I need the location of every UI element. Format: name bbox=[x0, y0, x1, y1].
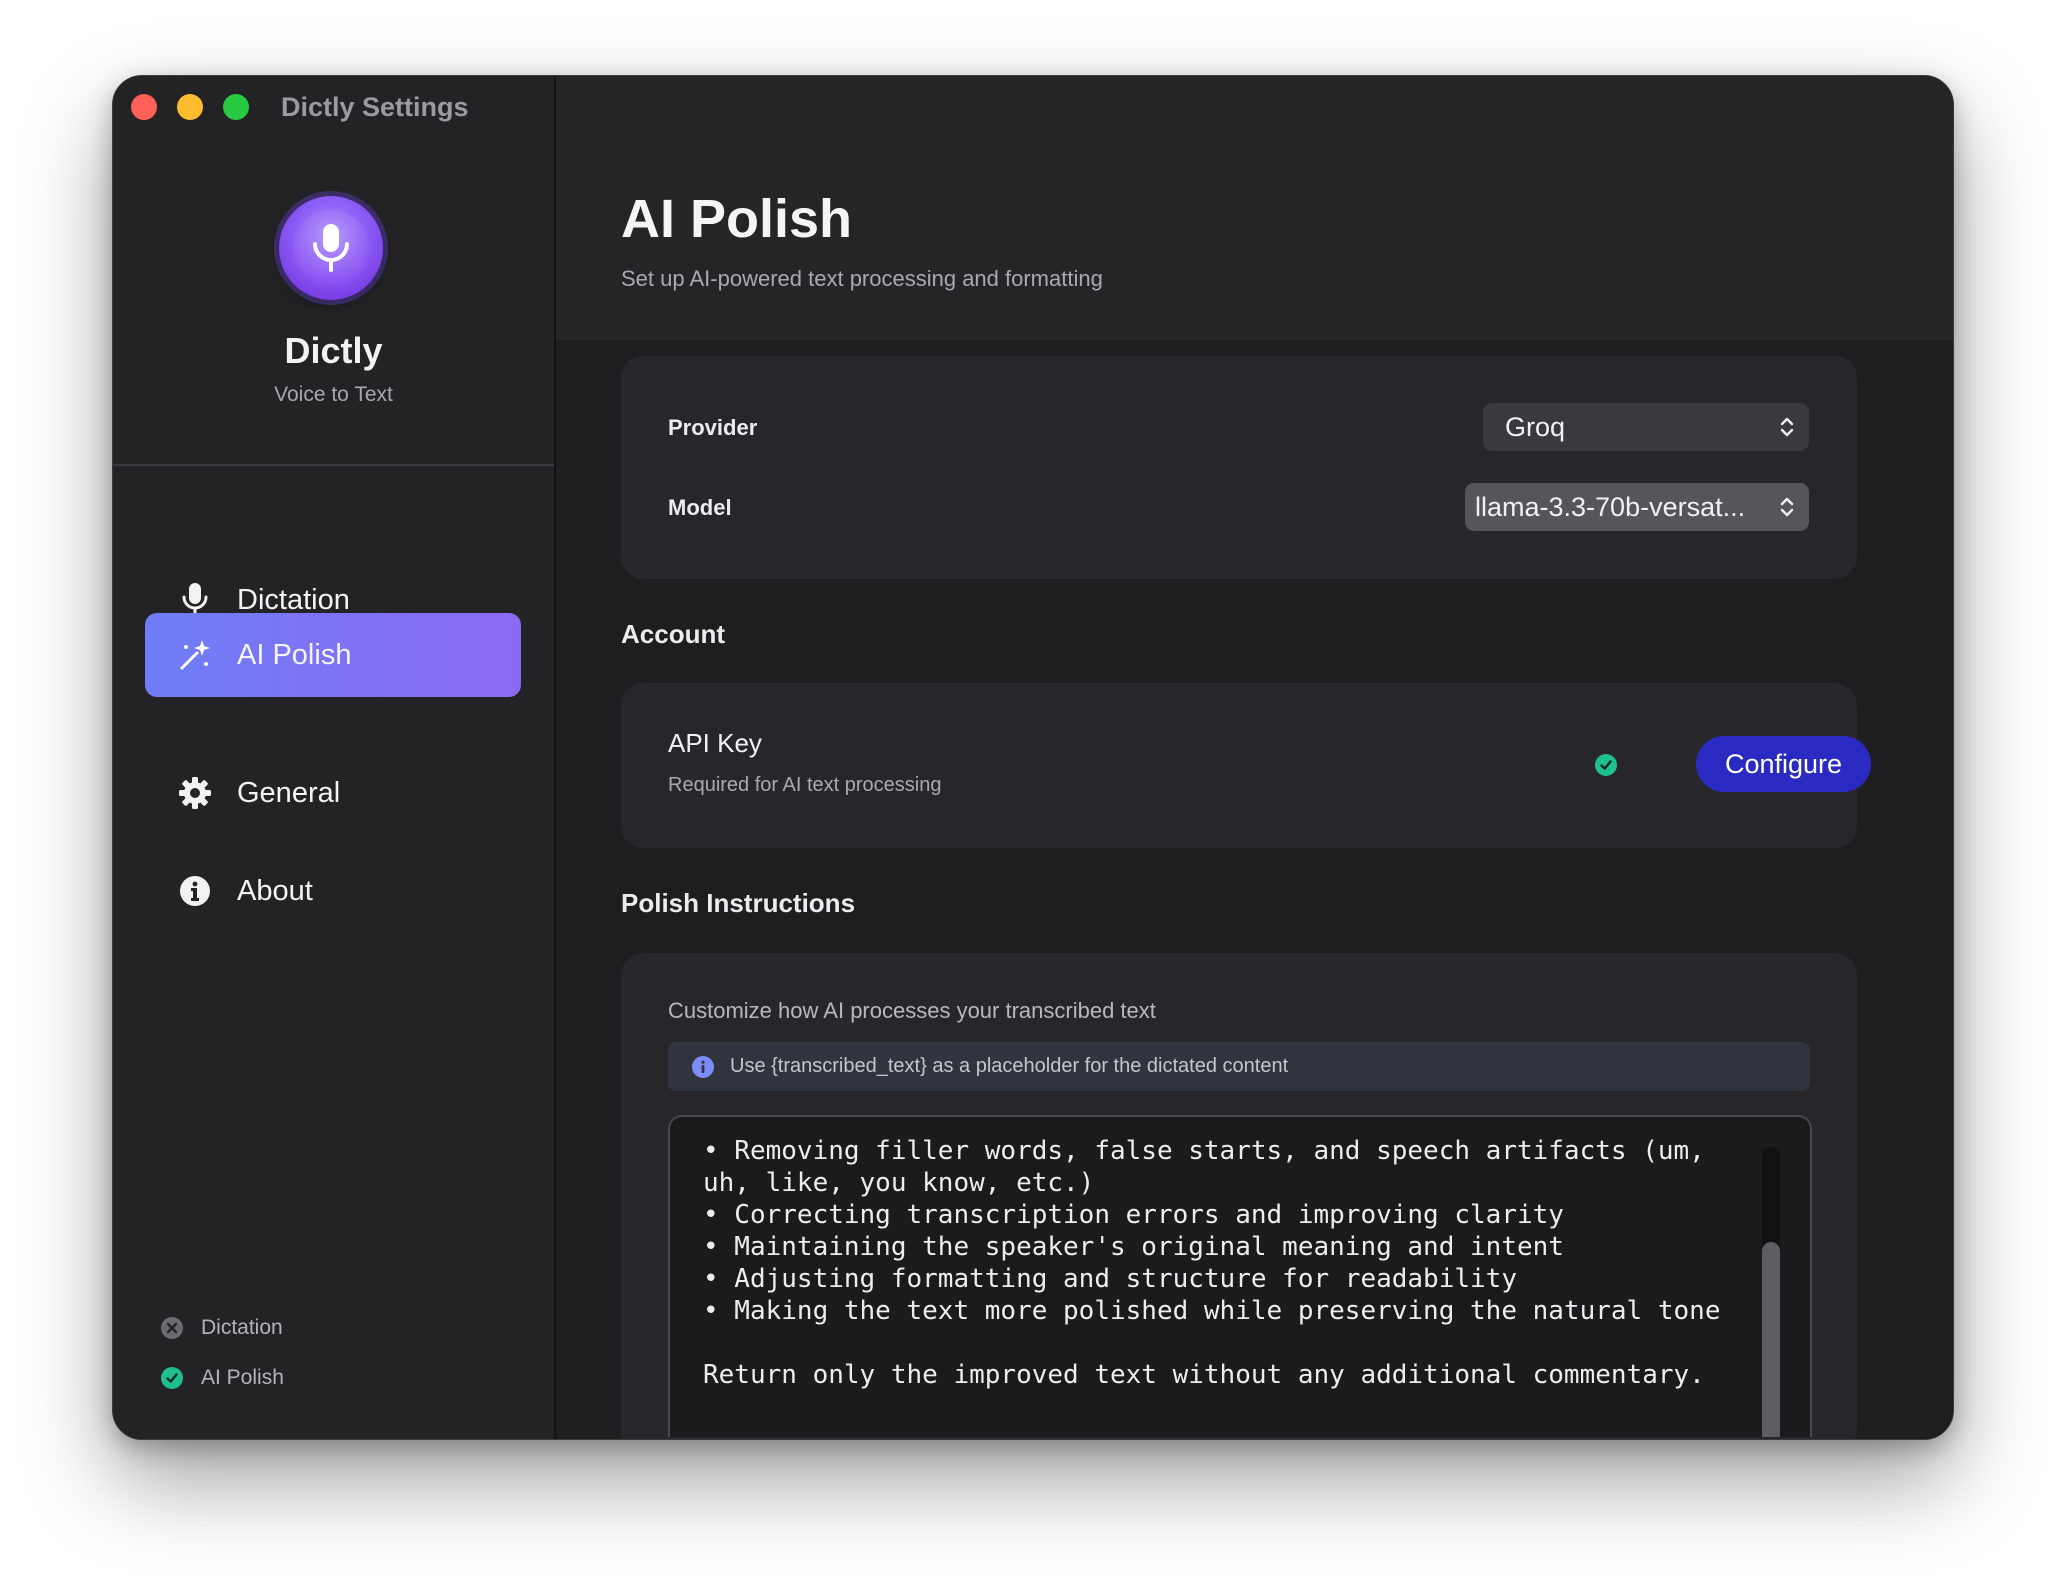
check-circle-icon bbox=[1595, 754, 1617, 776]
sidebar-item-about[interactable]: About bbox=[145, 849, 521, 933]
textarea-scrollbar-thumb[interactable] bbox=[1762, 1242, 1780, 1437]
app-logo-icon bbox=[279, 196, 383, 300]
main-content: AI Polish Set up AI-powered text process… bbox=[556, 76, 1953, 1439]
instructions-card: Customize how AI processes your transcri… bbox=[621, 953, 1857, 1439]
provider-value: Groq bbox=[1505, 411, 1566, 442]
sidebar-item-label: General bbox=[237, 776, 341, 809]
close-window-button[interactable] bbox=[131, 94, 157, 120]
minimize-window-button[interactable] bbox=[177, 94, 203, 120]
instructions-description: Customize how AI processes your transcri… bbox=[668, 998, 1156, 1023]
provider-label: Provider bbox=[668, 415, 758, 440]
maximize-window-button[interactable] bbox=[223, 94, 249, 120]
sidebar-item-general[interactable]: General bbox=[145, 751, 521, 835]
api-key-description: Required for AI text processing bbox=[668, 774, 942, 796]
placeholder-info-text: Use {transcribed_text} as a placeholder … bbox=[730, 1055, 1289, 1077]
info-icon bbox=[692, 1055, 714, 1078]
status-label: Dictation bbox=[201, 1316, 283, 1339]
status-dictation: Dictation bbox=[161, 1316, 283, 1340]
model-select[interactable]: llama-3.3-70b-versat... bbox=[1465, 483, 1809, 531]
placeholder-info-bar: Use {transcribed_text} as a placeholder … bbox=[668, 1042, 1810, 1091]
x-circle-icon bbox=[161, 1317, 183, 1339]
provider-select[interactable]: Groq bbox=[1483, 403, 1809, 451]
configure-button[interactable]: Configure bbox=[1696, 736, 1871, 792]
gear-icon bbox=[175, 773, 215, 813]
account-card: API Key Required for AI text processing … bbox=[621, 683, 1871, 848]
sidebar-item-label: AI Polish bbox=[237, 638, 352, 671]
sidebar-item-label: Dictation bbox=[237, 583, 350, 616]
sidebar-item-ai-polish[interactable]: AI Polish bbox=[145, 613, 521, 697]
app-subtitle: Voice to Text bbox=[274, 383, 393, 406]
chevron-updown-icon bbox=[1765, 495, 1809, 519]
account-section-title: Account bbox=[621, 619, 725, 649]
status-ai-polish: AI Polish bbox=[161, 1366, 284, 1390]
api-key-label: API Key bbox=[668, 728, 762, 758]
polish-instructions-title: Polish Instructions bbox=[621, 888, 856, 918]
status-label: AI Polish bbox=[201, 1366, 284, 1389]
sidebar: Dictly Settings Dictly Voice to Text Dic… bbox=[113, 76, 556, 1439]
page-header: AI Polish Set up AI-powered text process… bbox=[556, 76, 1953, 340]
model-value: llama-3.3-70b-versat... bbox=[1475, 491, 1746, 522]
polish-instructions-textarea[interactable]: • Removing filler words, false starts, a… bbox=[668, 1115, 1812, 1437]
page-subtitle: Set up AI-powered text processing and fo… bbox=[621, 266, 1103, 291]
check-circle-icon bbox=[161, 1367, 183, 1389]
magic-wand-icon bbox=[175, 635, 215, 675]
settings-window: Dictly Settings Dictly Voice to Text Dic… bbox=[112, 75, 1954, 1440]
chevron-updown-icon bbox=[1765, 415, 1809, 439]
sidebar-divider bbox=[113, 464, 554, 466]
provider-card: Provider Groq Model llama-3.3-70b-versat… bbox=[621, 356, 1857, 579]
info-icon bbox=[175, 871, 215, 911]
window-title: Dictly Settings bbox=[281, 92, 469, 122]
window-controls bbox=[131, 94, 249, 120]
model-label: Model bbox=[668, 495, 732, 520]
sidebar-item-label: About bbox=[237, 874, 313, 907]
app-name: Dictly bbox=[284, 330, 383, 371]
instructions-text: • Removing filler words, false starts, a… bbox=[703, 1136, 1721, 1390]
page-title: AI Polish bbox=[621, 189, 853, 249]
